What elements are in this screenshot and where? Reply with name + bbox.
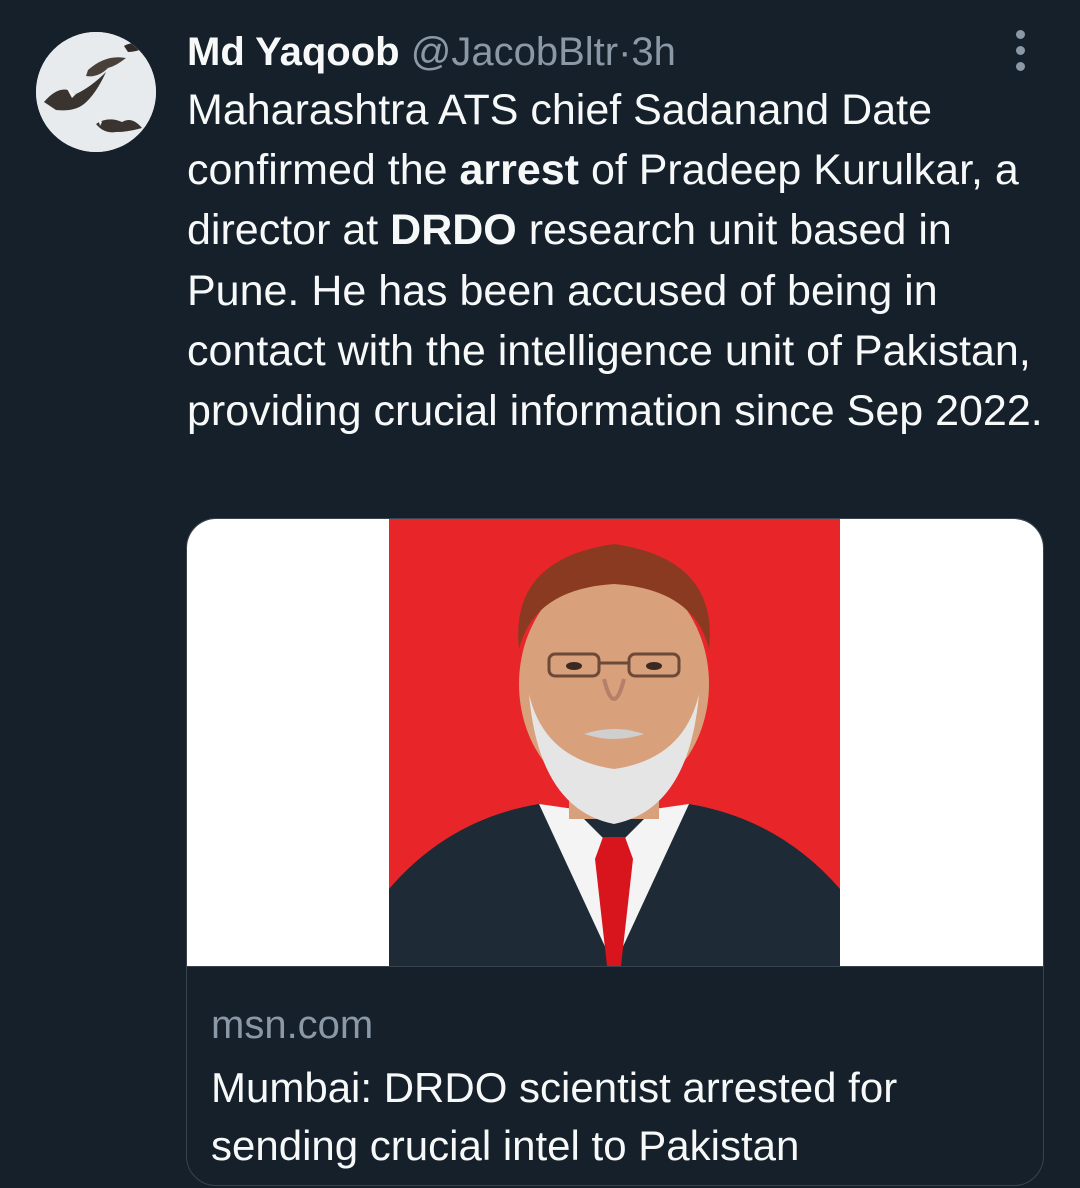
card-domain[interactable]: msn.com bbox=[211, 1003, 373, 1048]
more-options-icon[interactable] bbox=[1000, 28, 1040, 72]
author-avatar[interactable] bbox=[36, 32, 156, 152]
tweet-header: Md Yaqoob @JacobBltr·3h bbox=[187, 26, 1000, 78]
tweet-text-bold: arrest bbox=[459, 146, 579, 195]
dot bbox=[1015, 61, 1025, 71]
birds-avatar-icon bbox=[36, 32, 156, 152]
news-photo bbox=[389, 519, 840, 966]
link-card[interactable]: msn.com Mumbai: DRDO scientist arrested … bbox=[186, 518, 1044, 1186]
author-name[interactable]: Md Yaqoob bbox=[187, 30, 400, 74]
tweet-text-bold: DRDO bbox=[390, 206, 517, 255]
tweet-timestamp[interactable]: 3h bbox=[631, 30, 676, 74]
author-handle[interactable]: @JacobBltr bbox=[411, 30, 618, 74]
tweet-text: Maharashtra ATS chief Sadanand Date conf… bbox=[187, 80, 1057, 441]
card-media[interactable] bbox=[187, 519, 1043, 967]
header-separator: · bbox=[618, 30, 632, 74]
card-headline[interactable]: Mumbai: DRDO scientist arrested for send… bbox=[211, 1059, 1011, 1175]
dot bbox=[1015, 45, 1025, 55]
dot bbox=[1015, 29, 1025, 39]
